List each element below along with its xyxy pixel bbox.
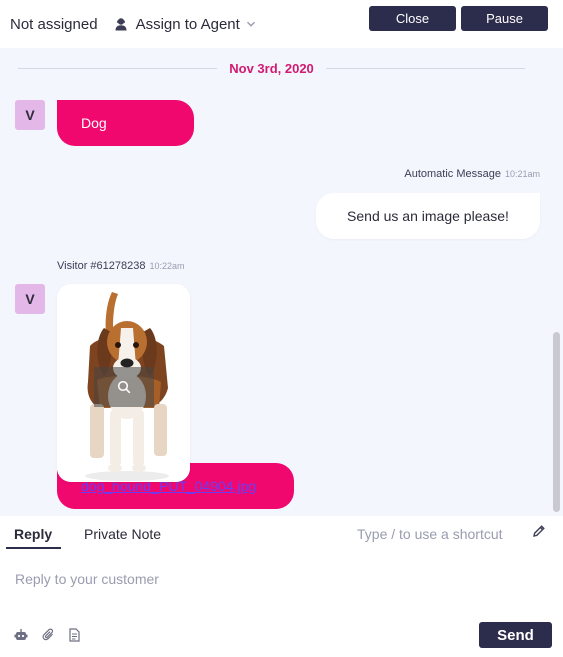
sender-name: Visitor #61278238 (57, 260, 146, 272)
agent-icon (115, 18, 127, 31)
reply-composer: Reply Private Note Type / to use a short… (0, 516, 563, 657)
date-label: Nov 3rd, 2020 (229, 60, 314, 76)
tab-private-note[interactable]: Private Note (84, 526, 161, 542)
pause-button[interactable]: Pause (461, 6, 548, 31)
tab-reply[interactable]: Reply (14, 526, 52, 542)
assign-label: Assign to Agent (135, 15, 240, 33)
visitor-message-bubble: Dog (57, 100, 194, 146)
pencil-icon[interactable] (532, 524, 546, 538)
message-text: Dog (81, 115, 107, 131)
message-meta: Visitor #61278238 10:22am (57, 260, 185, 272)
attachment-image[interactable] (57, 284, 190, 482)
assignment-status: Not assigned (10, 15, 98, 33)
message-meta: Automatic Message 10:21am (404, 168, 540, 180)
conversation-header: Not assigned Assign to Agent Close Pause (0, 0, 563, 48)
automatic-message-bubble: Send us an image please! (316, 193, 540, 239)
message-time: 10:22am (149, 261, 185, 271)
divider (18, 67, 218, 69)
document-icon[interactable] (67, 628, 81, 642)
send-button[interactable]: Send (479, 622, 552, 648)
chevron-down-icon (246, 21, 255, 27)
avatar: V (15, 284, 45, 314)
scrollbar[interactable] (553, 332, 560, 512)
avatar: V (15, 100, 45, 130)
date-separator: Nov 3rd, 2020 (18, 60, 526, 76)
divider (325, 67, 526, 69)
sender-name: Automatic Message (404, 168, 501, 180)
search-icon (117, 380, 131, 394)
conversation-panel[interactable]: Nov 3rd, 2020 V Dog Automatic Message 10:… (0, 48, 563, 516)
message-text: Send us an image please! (347, 208, 509, 224)
message-time: 10:21am (504, 169, 540, 179)
zoom-button[interactable] (94, 367, 154, 407)
active-tab-indicator (6, 547, 61, 549)
paperclip-icon[interactable] (42, 628, 56, 642)
close-button[interactable]: Close (369, 6, 456, 31)
reply-input[interactable] (15, 571, 545, 587)
assign-to-agent-dropdown[interactable]: Assign to Agent (114, 16, 256, 33)
shortcut-hint: Type / to use a shortcut (357, 526, 503, 542)
bot-icon[interactable] (14, 628, 28, 642)
